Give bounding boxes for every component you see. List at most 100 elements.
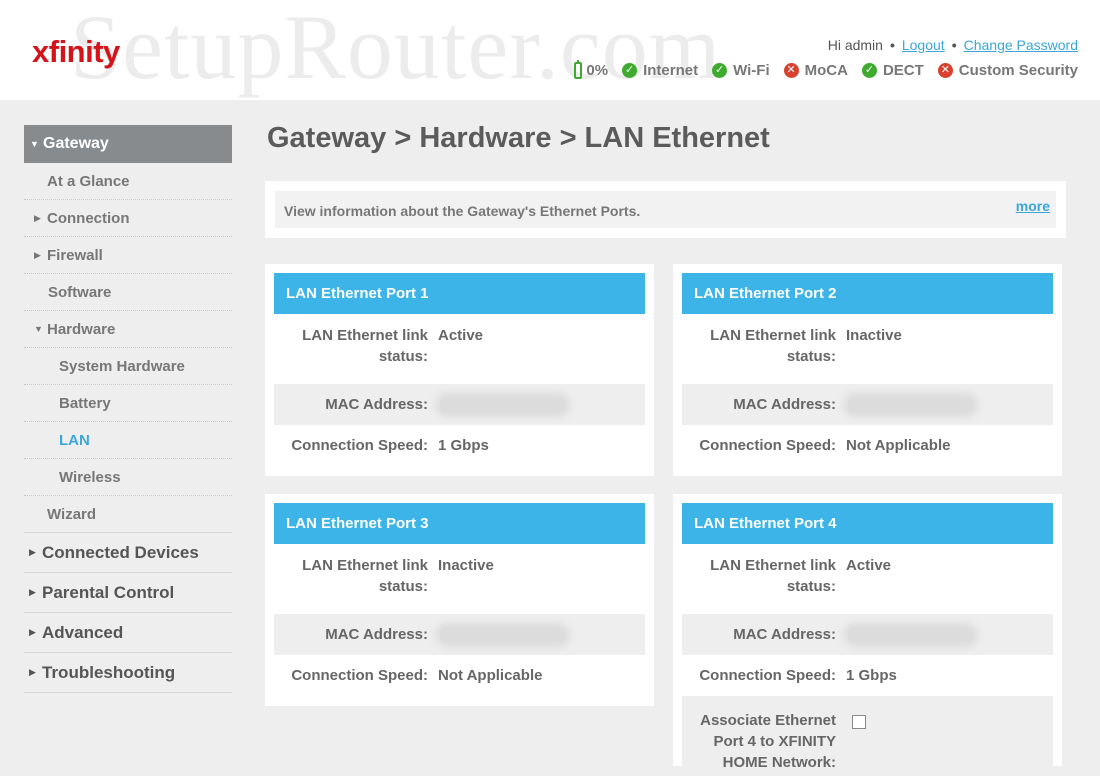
caret-down-icon: ▼: [34, 324, 43, 334]
caret-right-icon: ▶: [29, 587, 36, 597]
check-icon: ✓: [622, 63, 638, 78]
port-card-4: LAN Ethernet Port 4 LAN Ethernet link st…: [673, 494, 1062, 776]
change-password-link[interactable]: Change Password: [964, 37, 1078, 53]
nav-troubleshooting[interactable]: ▶ Troubleshooting: [24, 653, 232, 693]
speed-label: Connection Speed:: [291, 667, 428, 684]
mac-value-redacted: [440, 627, 565, 642]
link-status-row: LAN Ethernet link status: Inactive: [274, 544, 645, 614]
mac-value-redacted: [848, 627, 973, 642]
mac-row: MAC Address:: [274, 614, 645, 655]
link-status-value: Inactive: [846, 327, 902, 344]
info-text: View information about the Gateway's Eth…: [284, 203, 641, 219]
battery-status: 0%: [574, 60, 609, 79]
status-label: DECT: [882, 62, 924, 79]
caret-right-icon: ▶: [34, 249, 41, 260]
speed-value: 1 Gbps: [846, 667, 897, 684]
nav-connected-devices[interactable]: ▶ Connected Devices: [24, 533, 232, 573]
status-label: Custom Security: [958, 62, 1078, 79]
status-bar: 0% ✓ Internet ✓ Wi-Fi ✕ MoCA ✓ DECT ✕ Cu…: [560, 60, 1078, 79]
status-internet[interactable]: ✓ Internet: [622, 62, 698, 79]
status-label: MoCA: [804, 62, 848, 79]
link-status-value: Active: [438, 327, 484, 344]
caret-down-icon: ▼: [30, 139, 39, 149]
status-dect[interactable]: ✓ DECT: [861, 62, 924, 79]
logout-link[interactable]: Logout: [902, 37, 945, 53]
status-custom-security[interactable]: ✕ Custom Security: [937, 62, 1078, 79]
port-card-3: LAN Ethernet Port 3 LAN Ethernet link st…: [265, 494, 654, 706]
error-icon: ✕: [783, 63, 799, 78]
nav-system-hardware[interactable]: System Hardware: [24, 348, 232, 385]
port-title: LAN Ethernet Port 1: [274, 273, 645, 314]
mac-label: MAC Address:: [733, 626, 836, 643]
associate-row: Associate Ethernet Port 4 to XFINITY HOM…: [682, 696, 1053, 776]
speed-value: 1 Gbps: [438, 437, 489, 454]
nav-wizard[interactable]: Wizard: [24, 496, 232, 533]
nav-label: Troubleshooting: [42, 662, 176, 682]
xfinity-logo[interactable]: xfinity: [32, 34, 120, 70]
port-title: LAN Ethernet Port 3: [274, 503, 645, 544]
mac-value-redacted: [440, 397, 565, 412]
mac-row: MAC Address:: [682, 614, 1053, 655]
nav-lan[interactable]: LAN: [24, 422, 232, 459]
check-icon: ✓: [861, 63, 877, 78]
speed-label: Connection Speed:: [699, 667, 836, 684]
nav-label: Battery: [59, 394, 111, 412]
separator-dot: •: [889, 37, 895, 53]
nav-gateway[interactable]: ▼ Gateway: [24, 125, 232, 163]
nav-label: Parental Control: [42, 582, 175, 602]
nav-label: Software: [48, 283, 112, 301]
speed-row: Connection Speed: Not Applicable: [274, 655, 645, 696]
link-status-row: LAN Ethernet link status: Active: [274, 314, 645, 384]
info-panel: View information about the Gateway's Eth…: [275, 191, 1056, 228]
nav-label: Wireless: [59, 468, 121, 486]
speed-label: Connection Speed:: [699, 437, 836, 454]
separator-dot: •: [951, 37, 957, 53]
nav-connection[interactable]: ▶ Connection: [24, 200, 232, 237]
nav-parental-control[interactable]: ▶ Parental Control: [24, 573, 232, 613]
greeting: Hi admin: [827, 37, 883, 53]
mac-label: MAC Address:: [325, 396, 428, 413]
nav-advanced[interactable]: ▶ Advanced: [24, 613, 232, 653]
status-wifi[interactable]: ✓ Wi-Fi: [712, 62, 770, 79]
check-icon: ✓: [712, 63, 728, 78]
speed-row: Connection Speed: Not Applicable: [682, 425, 1053, 466]
page-title: Gateway > Hardware > LAN Ethernet: [267, 122, 770, 154]
speed-value: Not Applicable: [438, 667, 543, 684]
associate-label: Associate Ethernet Port 4 to XFINITY HOM…: [700, 712, 836, 771]
port-title: LAN Ethernet Port 2: [682, 273, 1053, 314]
associate-checkbox[interactable]: [852, 715, 866, 729]
nav-label: Hardware: [47, 320, 116, 338]
user-bar: Hi admin • Logout • Change Password: [828, 37, 1078, 53]
caret-right-icon: ▶: [29, 667, 36, 677]
status-label: Wi-Fi: [733, 62, 770, 79]
nav-label: Connected Devices: [42, 542, 199, 562]
mac-row: MAC Address:: [682, 384, 1053, 425]
status-moca[interactable]: ✕ MoCA: [783, 62, 848, 79]
more-link[interactable]: more: [1016, 198, 1050, 214]
nav-hardware[interactable]: ▼ Hardware: [24, 311, 232, 348]
caret-right-icon: ▶: [34, 212, 41, 223]
nav-wireless[interactable]: Wireless: [24, 459, 232, 496]
nav-at-a-glance[interactable]: At a Glance: [24, 163, 232, 200]
speed-row: Connection Speed: 1 Gbps: [682, 655, 1053, 696]
nav-label: Gateway: [43, 135, 109, 152]
caret-right-icon: ▶: [29, 627, 36, 637]
link-status-label: LAN Ethernet link status:: [710, 327, 836, 365]
mac-label: MAC Address:: [733, 396, 836, 413]
link-status-value: Inactive: [438, 557, 494, 574]
nav-firewall[interactable]: ▶ Firewall: [24, 237, 232, 274]
info-box: View information about the Gateway's Eth…: [265, 181, 1066, 238]
mac-value-redacted: [848, 397, 973, 412]
error-icon: ✕: [937, 63, 953, 78]
battery-level: 0%: [586, 62, 609, 79]
nav-battery[interactable]: Battery: [24, 385, 232, 422]
status-label: Internet: [643, 62, 699, 79]
nav-label: System Hardware: [59, 357, 185, 375]
watermark: SetupRouter.com: [70, 0, 722, 98]
port-card-1: LAN Ethernet Port 1 LAN Ethernet link st…: [265, 264, 654, 476]
nav-label: Connection: [47, 209, 130, 227]
mac-row: MAC Address:: [274, 384, 645, 425]
nav-label: Firewall: [47, 246, 103, 264]
nav-software[interactable]: Software: [24, 274, 232, 311]
link-status-label: LAN Ethernet link status:: [302, 557, 428, 595]
